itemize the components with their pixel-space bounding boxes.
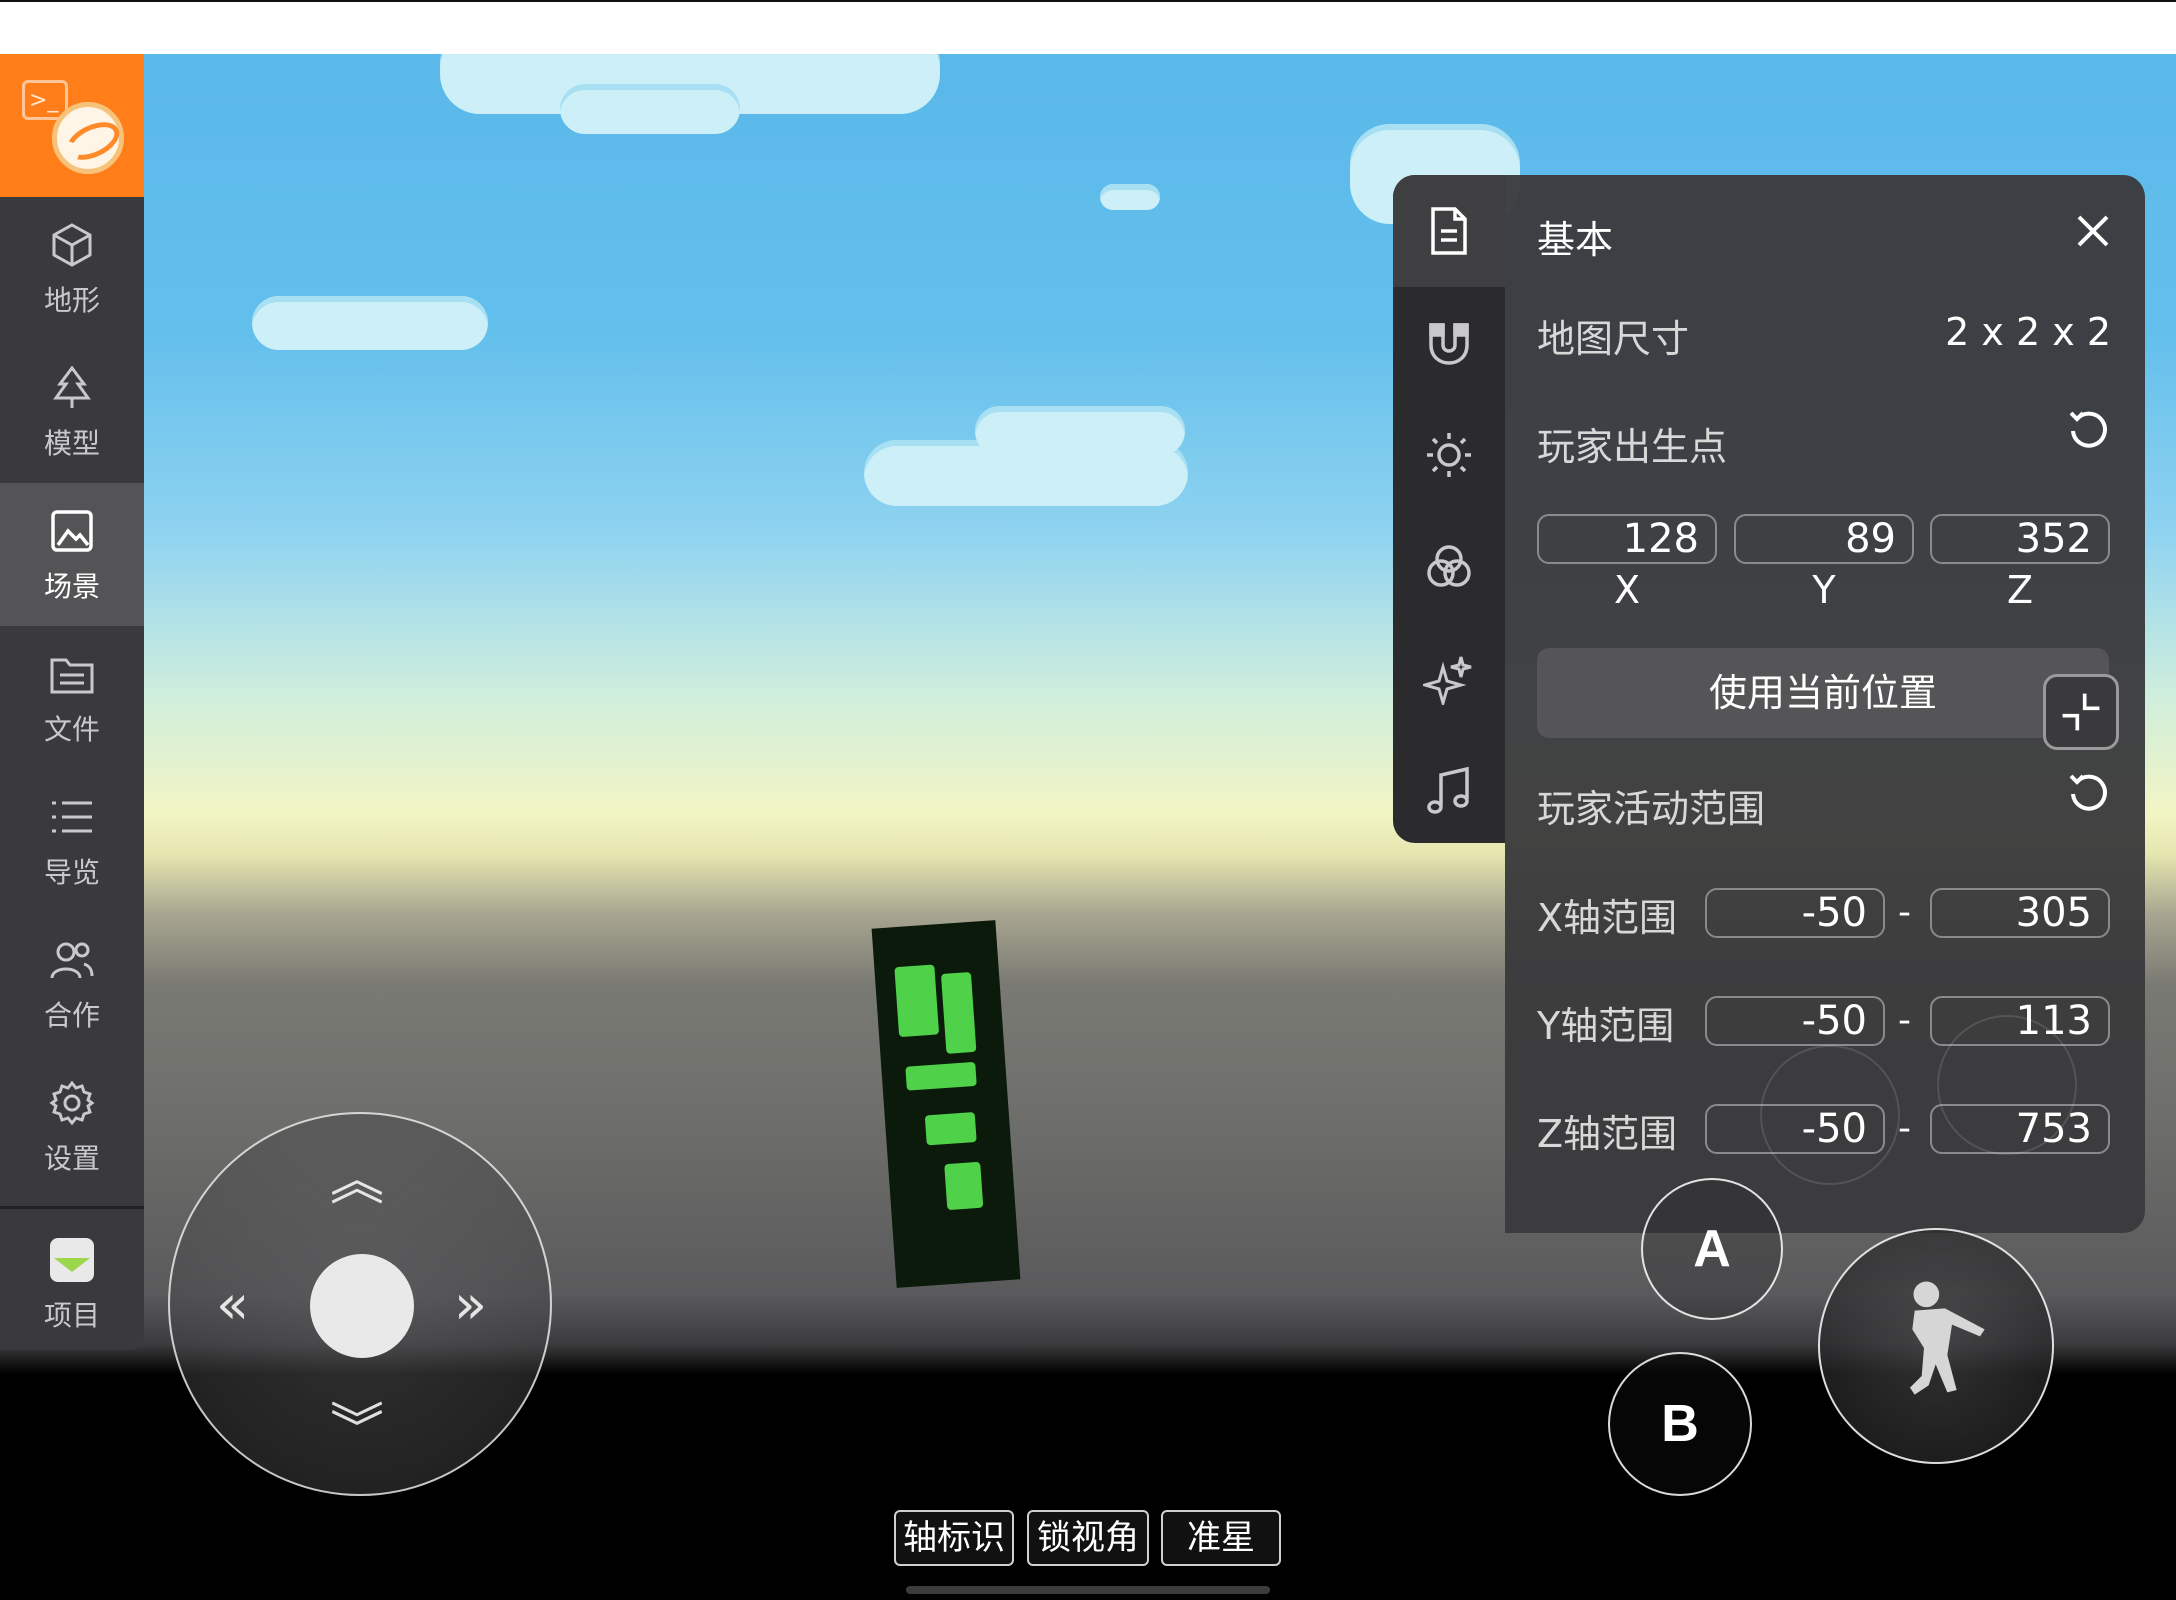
property-tabs	[1393, 175, 1505, 843]
axis-y-label: Y	[1812, 568, 1836, 612]
sidebar-item-scene[interactable]: 场景	[0, 483, 144, 626]
sidebar-item-label: 设置	[43, 1142, 100, 1175]
collapse-panel-icon[interactable]	[2043, 674, 2119, 750]
joystick-knob[interactable]	[310, 1254, 414, 1358]
tab-basic[interactable]	[1393, 175, 1505, 287]
block-character-model[interactable]	[871, 920, 1021, 1288]
home-indicator[interactable]	[906, 1586, 1270, 1594]
sidebar-item-files[interactable]: 文件	[0, 626, 144, 769]
sidebar-divider	[0, 1206, 144, 1209]
sidebar-item-label: 地形	[43, 284, 100, 317]
music-icon	[1427, 766, 1469, 814]
color-circles-icon	[1427, 545, 1471, 587]
left-sidebar: >_ 地形 模型 场景 文件 导览 合作 设置 项目	[0, 54, 144, 1350]
a-button[interactable]: A	[1641, 1178, 1783, 1320]
hidden-control-button	[1937, 1015, 2077, 1155]
map-size-value: 2 x 2 x 2	[1945, 310, 2111, 354]
cloud	[1100, 184, 1160, 210]
tree-icon	[53, 365, 91, 408]
y-range-label: Y轴范围	[1537, 1004, 1675, 1048]
folder-icon	[50, 658, 94, 694]
image-icon	[51, 510, 93, 552]
movement-joystick[interactable]: ︽ ︾ « »	[168, 1112, 552, 1496]
sidebar-item-label: 项目	[43, 1299, 100, 1332]
map-size-label: 地图尺寸	[1537, 317, 1690, 361]
planet-logo-icon	[52, 102, 124, 174]
y-range-min-input[interactable]: -50	[1705, 996, 1885, 1046]
close-icon[interactable]	[2075, 213, 2111, 249]
arrow-left-icon: «	[216, 1273, 250, 1336]
spawn-point-label: 玩家出生点	[1537, 425, 1728, 469]
tab-color[interactable]	[1393, 511, 1505, 623]
users-icon	[50, 942, 94, 979]
spawn-y-input[interactable]: 89	[1734, 514, 1914, 564]
cube-icon	[52, 223, 92, 267]
tab-music[interactable]	[1393, 735, 1505, 847]
gear-icon	[49, 1080, 95, 1126]
spawn-x-input[interactable]: 128	[1537, 514, 1717, 564]
spawn-z-input[interactable]: 352	[1930, 514, 2110, 564]
jump-button[interactable]	[1818, 1228, 2054, 1464]
app-logo[interactable]: >_	[0, 54, 144, 197]
sidebar-item-model[interactable]: 模型	[0, 340, 144, 483]
cloud	[252, 296, 488, 350]
arrow-up-icon: ︽	[330, 1149, 384, 1212]
sidebar-item-label: 场景	[43, 570, 100, 603]
crosshair-toggle[interactable]: 准星	[1161, 1510, 1281, 1566]
running-figure-icon	[1910, 1281, 1985, 1395]
x-range-max-input[interactable]: 305	[1930, 888, 2110, 938]
axis-marker-toggle[interactable]: 轴标识	[894, 1510, 1014, 1566]
z-range-label: Z轴范围	[1537, 1112, 1678, 1156]
hidden-control-button	[1760, 1045, 1900, 1185]
reset-spawn-icon[interactable]	[2067, 407, 2111, 451]
sidebar-item-label: 模型	[43, 427, 100, 460]
cloud	[975, 406, 1185, 456]
tab-physics[interactable]	[1393, 287, 1505, 399]
project-icon	[50, 1238, 94, 1282]
sidebar-item-collaborate[interactable]: 合作	[0, 912, 144, 1055]
sidebar-item-project[interactable]: 项目	[0, 1212, 144, 1355]
sidebar-item-label: 导览	[43, 856, 100, 889]
sidebar-item-label: 合作	[43, 999, 100, 1032]
x-range-min-input[interactable]: -50	[1705, 888, 1885, 938]
range-separator: -	[1898, 892, 1911, 933]
use-current-position-button[interactable]: 使用当前位置	[1537, 648, 2109, 738]
status-bar	[0, 0, 2176, 54]
range-separator: -	[1898, 1000, 1911, 1041]
sun-icon	[1427, 433, 1471, 477]
tab-lighting[interactable]	[1393, 399, 1505, 511]
activity-range-label: 玩家活动范围	[1537, 787, 1766, 831]
arrow-down-icon: ︾	[330, 1397, 384, 1460]
sidebar-item-guide[interactable]: 导览	[0, 769, 144, 912]
sparkle-icon	[1423, 656, 1472, 705]
sidebar-item-label: 文件	[43, 713, 100, 746]
arrow-right-icon: »	[454, 1273, 488, 1336]
list-icon	[52, 801, 92, 833]
sidebar-item-settings[interactable]: 设置	[0, 1055, 144, 1198]
cloud	[560, 84, 740, 134]
reset-range-icon[interactable]	[2067, 770, 2111, 814]
x-range-label: X轴范围	[1537, 896, 1678, 940]
panel-title: 基本	[1537, 218, 1614, 262]
magnet-icon	[1429, 323, 1469, 365]
axis-z-label: Z	[2006, 568, 2034, 612]
lock-view-toggle[interactable]: 锁视角	[1027, 1510, 1149, 1566]
b-button[interactable]: B	[1608, 1352, 1752, 1496]
tab-effects[interactable]	[1393, 623, 1505, 735]
document-icon	[1431, 207, 1467, 255]
axis-x-label: X	[1613, 568, 1641, 612]
sidebar-item-terrain[interactable]: 地形	[0, 197, 144, 340]
